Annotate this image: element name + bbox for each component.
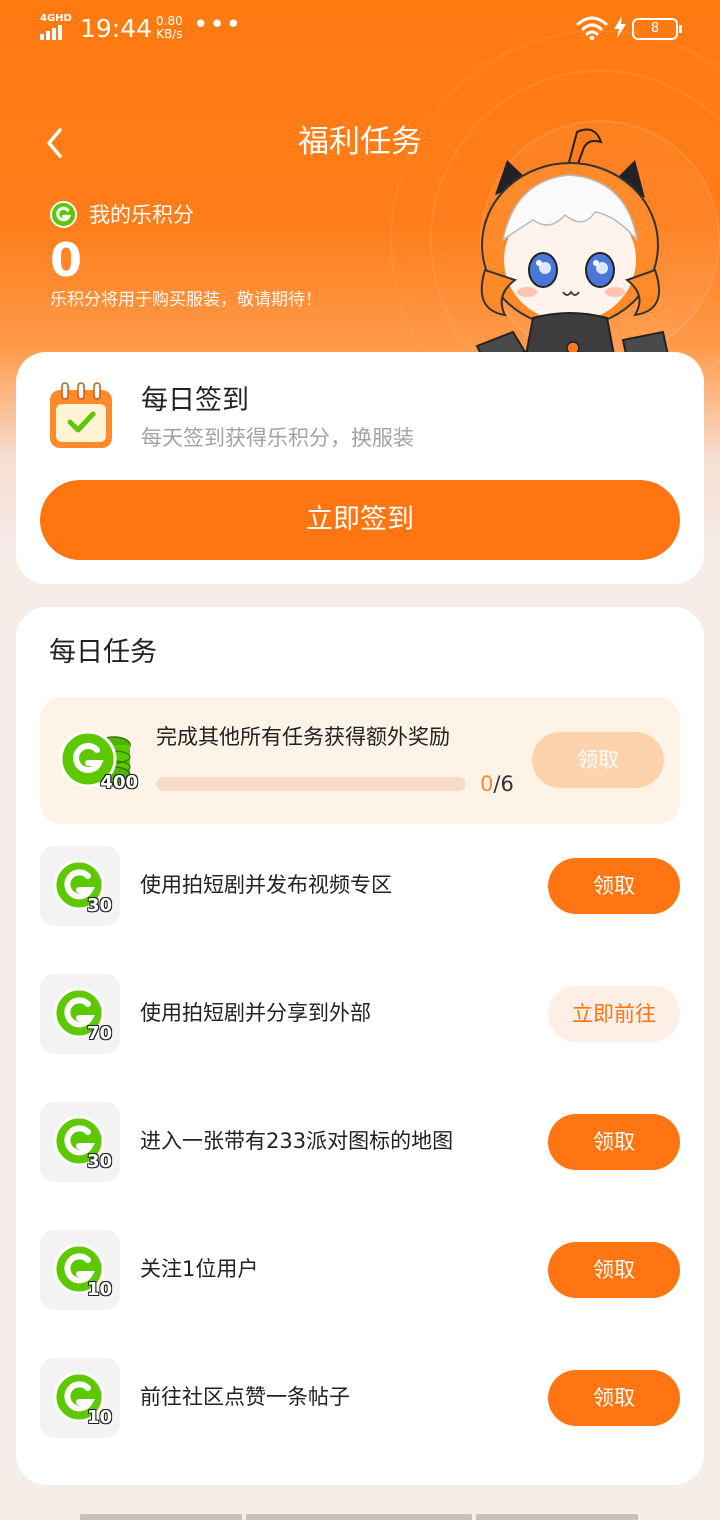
bonus-total-count: 6 xyxy=(500,772,514,796)
coin-reward-icon: 30 xyxy=(40,846,120,926)
task-row: 10 关注1位用户 领取 xyxy=(40,1230,680,1310)
clock: 19:44 xyxy=(80,14,153,43)
calendar-check-icon xyxy=(50,382,112,448)
coin-stack-icon: 400 xyxy=(58,727,138,793)
task-coin-amount: 10 xyxy=(86,1407,112,1428)
points-label-row: 我的乐积分 xyxy=(50,199,194,229)
charging-icon xyxy=(614,16,626,38)
claim-button[interactable]: 领取 xyxy=(548,1114,680,1170)
coin-reward-icon: 10 xyxy=(40,1230,120,1310)
daily-tasks-card: 每日任务 400 完成其他所有任务获得额外奖励 0/6 领取 30 使用拍短剧并 xyxy=(16,607,704,1485)
task-label: 前往社区点赞一条帖子 xyxy=(140,1385,350,1409)
task-row: 10 前往社区点赞一条帖子 领取 xyxy=(40,1358,680,1438)
task-label: 关注1位用户 xyxy=(140,1257,259,1281)
checkin-subtitle: 每天签到获得乐积分，换服装 xyxy=(141,426,414,450)
task-coin-amount: 30 xyxy=(86,1151,112,1172)
network-type: 4GHD xyxy=(40,13,72,24)
status-bar: 4GHD 19:44 0.80 KB/s ••• 8 xyxy=(0,0,720,56)
task-row: 30 使用拍短剧并发布视频专区 领取 xyxy=(40,846,680,926)
points-label: 我的乐积分 xyxy=(89,203,194,227)
claim-button[interactable]: 领取 xyxy=(548,858,680,914)
more-notifications-icon: ••• xyxy=(193,10,243,40)
bottom-tab-hint xyxy=(80,1514,640,1520)
bonus-done-count: 0 xyxy=(480,772,494,796)
coin-reward-icon: 30 xyxy=(40,1102,120,1182)
daily-tasks-title: 每日任务 xyxy=(49,637,157,668)
bonus-progress-count: 0/6 xyxy=(480,769,514,799)
bonus-progress-bar xyxy=(156,777,466,791)
cellular-signal-icon: 4GHD xyxy=(40,13,72,40)
task-coin-amount: 10 xyxy=(86,1279,112,1300)
checkin-button[interactable]: 立即签到 xyxy=(40,480,680,560)
mascot-illustration xyxy=(475,128,671,380)
task-row: 30 进入一张带有233派对图标的地图 领取 xyxy=(40,1102,680,1182)
battery-icon: 8 xyxy=(632,18,682,40)
coin-reward-icon: 10 xyxy=(40,1358,120,1438)
bonus-task-text: 完成其他所有任务获得额外奖励 xyxy=(156,725,450,749)
checkin-card: 每日签到 每天签到获得乐积分，换服装 立即签到 xyxy=(16,352,704,584)
task-row: 70 使用拍短剧并分享到外部 立即前往 xyxy=(40,974,680,1054)
points-note: 乐积分将用于购买服装，敬请期待！ xyxy=(50,290,322,310)
task-coin-amount: 30 xyxy=(86,895,112,916)
claim-button[interactable]: 领取 xyxy=(548,1370,680,1426)
checkin-title: 每日签到 xyxy=(141,385,249,416)
task-label: 使用拍短剧并发布视频专区 xyxy=(140,873,392,897)
task-coin-amount: 70 xyxy=(86,1023,112,1044)
task-label: 使用拍短剧并分享到外部 xyxy=(140,1001,371,1025)
points-value: 0 xyxy=(50,233,83,287)
battery-level: 8 xyxy=(650,21,660,36)
network-speed: 0.80 KB/s xyxy=(156,15,183,41)
bonus-claim-button[interactable]: 领取 xyxy=(532,732,664,788)
go-now-button[interactable]: 立即前往 xyxy=(548,986,680,1042)
speed-unit: KB/s xyxy=(156,27,183,41)
bonus-task-row: 400 完成其他所有任务获得额外奖励 0/6 领取 xyxy=(40,697,680,824)
task-label: 进入一张带有233派对图标的地图 xyxy=(140,1129,454,1153)
point-coin-icon xyxy=(50,200,77,228)
claim-button[interactable]: 领取 xyxy=(548,1242,680,1298)
coin-reward-icon: 70 xyxy=(40,974,120,1054)
bonus-coin-amount: 400 xyxy=(100,772,138,793)
wifi-icon xyxy=(576,16,608,41)
